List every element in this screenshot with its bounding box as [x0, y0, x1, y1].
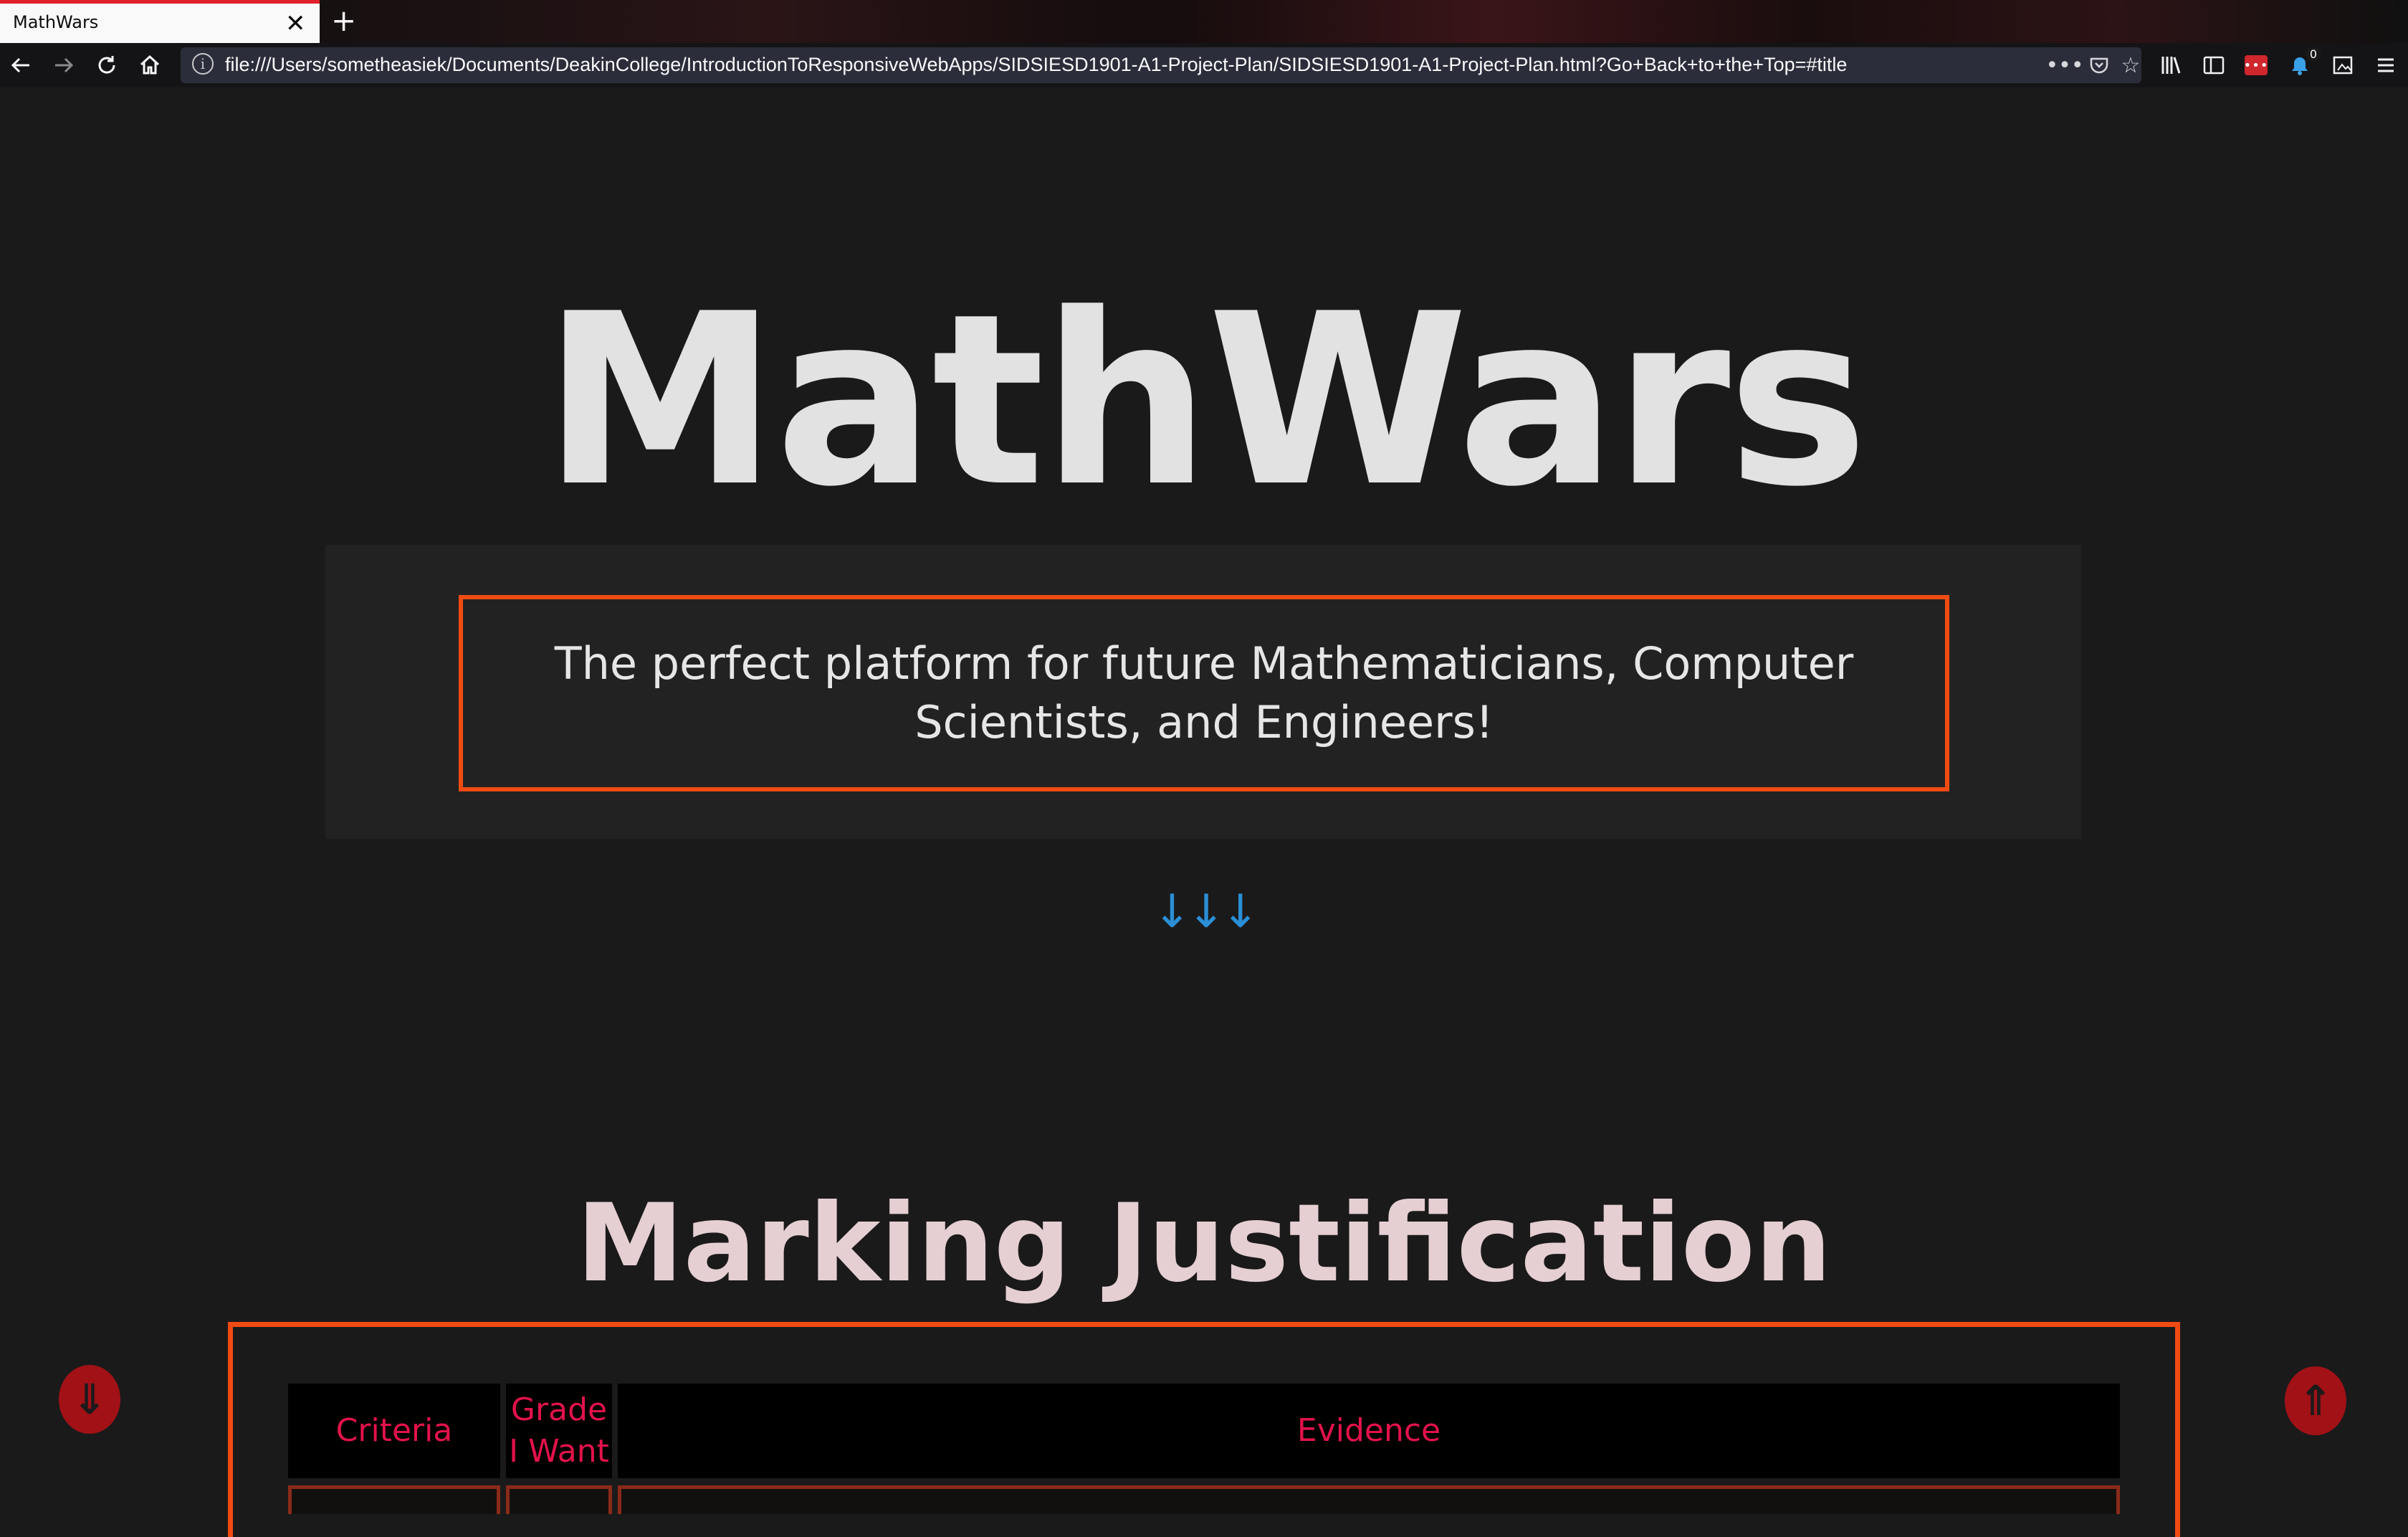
- scroll-down-link[interactable]: ↓↓↓: [0, 885, 2408, 938]
- hamburger-menu-icon[interactable]: [2372, 52, 2399, 79]
- home-icon[interactable]: [133, 49, 166, 82]
- table-cell: [288, 1485, 500, 1514]
- table-cell: [618, 1485, 2120, 1514]
- back-arrow-icon[interactable]: [4, 49, 37, 82]
- scroll-down-button[interactable]: ⇓: [59, 1365, 120, 1434]
- url-text[interactable]: file:///Users/sometheasiek/Documents/Dea…: [225, 54, 1847, 76]
- section-heading: Marking Justification: [576, 1181, 1832, 1306]
- screenshot-icon[interactable]: [2329, 52, 2356, 79]
- column-header-criteria: Criteria: [288, 1384, 500, 1478]
- tab-strip: MathWars ✕ +: [0, 0, 2408, 43]
- table-cell: [506, 1485, 612, 1514]
- forward-arrow-icon[interactable]: [47, 49, 80, 82]
- page-title: MathWars: [543, 263, 1868, 539]
- library-icon[interactable]: [2157, 52, 2184, 79]
- column-header-evidence: Evidence: [618, 1384, 2120, 1478]
- table-header-row: Criteria Grade I Want Evidence: [288, 1384, 2120, 1478]
- new-tab-icon[interactable]: +: [331, 3, 356, 39]
- navigation-toolbar: i file:///Users/sometheasiek/Documents/D…: [0, 43, 2408, 87]
- tab-mathwars[interactable]: MathWars ✕: [0, 0, 320, 43]
- tab-title: MathWars: [13, 12, 99, 32]
- info-icon[interactable]: i: [192, 53, 214, 75]
- tagline: The perfect platform for future Mathemat…: [554, 637, 1854, 748]
- sidebar-icon[interactable]: [2200, 52, 2227, 79]
- reload-icon[interactable]: [90, 49, 123, 82]
- pocket-icon[interactable]: [2084, 50, 2114, 80]
- extension-icon[interactable]: •••: [2244, 55, 2268, 75]
- more-icon[interactable]: •••: [2045, 50, 2083, 80]
- back-to-top-button[interactable]: ⇑: [2285, 1366, 2346, 1435]
- column-header-grade: Grade I Want: [506, 1384, 612, 1478]
- star-icon[interactable]: ☆: [2116, 50, 2146, 80]
- notification-count: 0: [2306, 47, 2321, 61]
- url-bar[interactable]: i file:///Users/sometheasiek/Documents/D…: [181, 47, 2141, 83]
- bell-icon[interactable]: 0: [2286, 47, 2321, 79]
- tagline-box: The perfect platform for future Mathemat…: [459, 595, 1949, 791]
- close-icon[interactable]: ✕: [285, 9, 306, 38]
- table-row: [288, 1485, 2120, 1514]
